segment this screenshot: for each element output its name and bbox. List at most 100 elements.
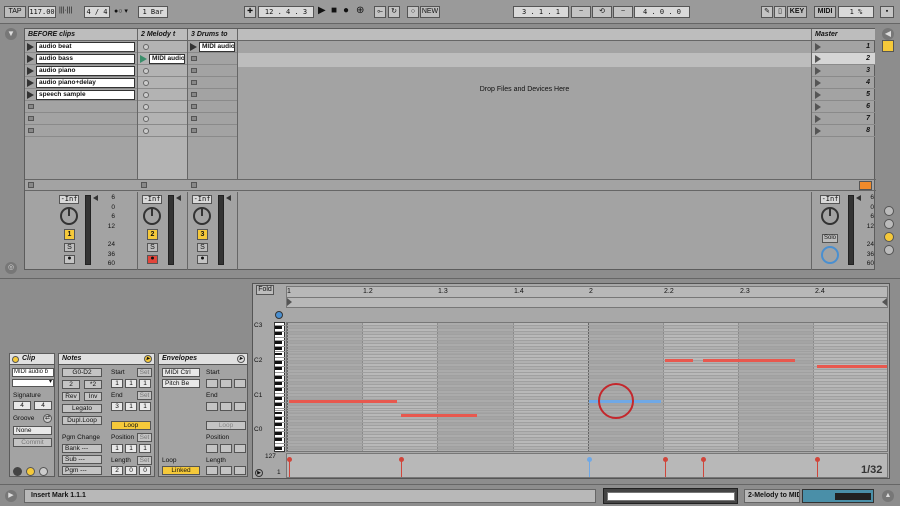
punch-in-icon[interactable]: ~ [571, 6, 591, 18]
overview-display[interactable] [603, 488, 738, 504]
notes-arrow-icon[interactable]: ▸ [144, 355, 152, 363]
loop-end-marker-icon[interactable] [882, 298, 887, 306]
end-beat[interactable]: 1 [125, 402, 137, 411]
song-position-field[interactable]: 12 . 4 . 3 [258, 6, 314, 18]
track-activator[interactable]: 1 [64, 229, 75, 240]
midi-note[interactable] [289, 400, 397, 403]
clip-color-select[interactable]: ▾ [12, 379, 54, 387]
env-end-bar[interactable] [206, 402, 218, 411]
arm-icon[interactable]: ● [197, 255, 208, 264]
envelopes-arrow-icon[interactable]: ▸ [237, 355, 245, 363]
scene-launch[interactable]: 6 [812, 101, 875, 113]
arm-icon[interactable]: ● [147, 255, 158, 264]
env-length-bar[interactable] [206, 466, 218, 475]
linked-button[interactable]: Linked [162, 466, 200, 475]
clip[interactable]: audio piano+delay [36, 78, 135, 88]
pan-knob[interactable] [193, 207, 211, 225]
scene-launch[interactable]: 2 [812, 53, 875, 65]
clip[interactable]: audio beat [36, 42, 135, 52]
key-map-icon[interactable]: ▯ [774, 6, 786, 18]
follow-icon[interactable]: ✚ [244, 6, 256, 18]
velocity-stem[interactable] [399, 457, 404, 477]
groove-select[interactable]: None [13, 426, 52, 435]
clip-slot[interactable] [188, 65, 237, 77]
preview-icon[interactable] [275, 311, 283, 319]
clip-slot[interactable] [188, 77, 237, 89]
clip-slot[interactable] [25, 113, 137, 125]
env-loop-button[interactable]: Loop [206, 421, 246, 430]
clip-slot[interactable] [188, 89, 237, 101]
env-length-beat[interactable] [220, 466, 232, 475]
reenable-automation-icon[interactable]: ↻ [388, 6, 400, 18]
clip-slot[interactable]: audio bass [25, 53, 137, 65]
track-title[interactable]: 2 Melody t [138, 29, 187, 41]
tap-tempo-button[interactable]: TAP [4, 6, 26, 18]
start-sixteenth[interactable]: 1 [139, 379, 151, 388]
legato-button[interactable]: Legato [62, 404, 102, 413]
set-length-button[interactable]: Set [137, 456, 152, 465]
detail-toggle-icon[interactable]: ▲ [882, 490, 894, 502]
loop-button[interactable]: Loop [111, 421, 151, 430]
halve-button[interactable]: 2 [62, 380, 80, 389]
clip-slot[interactable]: MIDI audio b [138, 53, 187, 65]
fader-icon[interactable] [176, 195, 181, 201]
clip-slot[interactable] [188, 101, 237, 113]
clip-slot[interactable] [25, 101, 137, 113]
loop-start-marker-icon[interactable] [287, 298, 292, 306]
loop-start-field[interactable]: 3 . 1 . 1 [513, 6, 569, 18]
end-sixteenth[interactable]: 1 [139, 402, 151, 411]
duplicate-loop-button[interactable]: Dupl.Loop [62, 416, 102, 425]
midi-note[interactable] [817, 365, 887, 368]
show-io-icon[interactable] [884, 206, 894, 216]
length-beat[interactable]: 0 [125, 466, 137, 475]
length-bar[interactable]: 2 [111, 466, 123, 475]
key-map-button[interactable]: KEY [787, 6, 807, 18]
velocity-stem[interactable] [587, 457, 592, 477]
beat-ruler[interactable]: 1 1.2 1.3 1.4 2 2.2 2.3 2.4 [286, 286, 888, 308]
fold-button[interactable]: Fold [256, 285, 274, 295]
commit-button[interactable]: Commit [13, 438, 52, 447]
sig-numerator[interactable]: 4 [13, 401, 31, 410]
stop-all-clips-icon[interactable] [859, 181, 872, 190]
sub-field[interactable]: Sub --- [62, 455, 102, 464]
solo-cue-button[interactable]: Solo [822, 234, 838, 243]
sig-denominator[interactable]: 4 [34, 401, 52, 410]
start-beat[interactable]: 1 [125, 379, 137, 388]
notes-toggle-icon[interactable] [26, 467, 35, 476]
show-crossfader-icon[interactable] [884, 245, 894, 255]
show-mixer-icon[interactable] [884, 232, 894, 242]
session-record-icon[interactable]: ○ [407, 6, 419, 18]
view-toggle-icon[interactable]: ◀ [882, 28, 894, 40]
clip-slot[interactable] [138, 65, 187, 77]
quantize-select[interactable]: 1 Bar [138, 6, 168, 18]
clip-activator-icon[interactable] [12, 356, 19, 363]
metronome-icon[interactable]: ●○ ▾ [114, 7, 128, 15]
clip-slot[interactable]: audio piano+delay [25, 77, 137, 89]
info-toggle-icon[interactable]: ▶ [5, 490, 17, 502]
midi-note[interactable] [703, 359, 795, 362]
clip-slot[interactable] [188, 113, 237, 125]
scene-launch[interactable]: 3 [812, 65, 875, 77]
volume-field[interactable]: -Inf [59, 195, 79, 204]
env-position-bar[interactable] [206, 444, 218, 453]
velocity-stem[interactable] [701, 457, 706, 477]
punch-out-icon[interactable]: ~ [613, 6, 633, 18]
midi-note[interactable] [401, 414, 477, 417]
envelope-control-select[interactable]: Pitch Be [162, 379, 200, 388]
clip[interactable]: speech sample [36, 90, 135, 100]
end-bar[interactable]: 3 [111, 402, 123, 411]
launch-icon[interactable] [13, 467, 22, 476]
stop-button[interactable] [28, 182, 34, 188]
hot-swap-icon[interactable]: ⇄ [43, 414, 52, 423]
velocity-toggle-icon[interactable]: ▶ [255, 469, 263, 477]
record-icon[interactable]: ● [343, 5, 349, 16]
cue-volume-knob[interactable] [821, 246, 839, 264]
env-position-sixteenth[interactable] [234, 444, 246, 453]
velocity-lane[interactable] [286, 453, 888, 478]
scene-launch[interactable]: 5 [812, 89, 875, 101]
note-grid[interactable] [286, 322, 888, 452]
overdub-icon[interactable]: ⊕ [356, 5, 364, 16]
clip-slot[interactable] [138, 89, 187, 101]
envelopes-toggle-icon[interactable] [39, 467, 48, 476]
env-end-sixteenth[interactable] [234, 402, 246, 411]
